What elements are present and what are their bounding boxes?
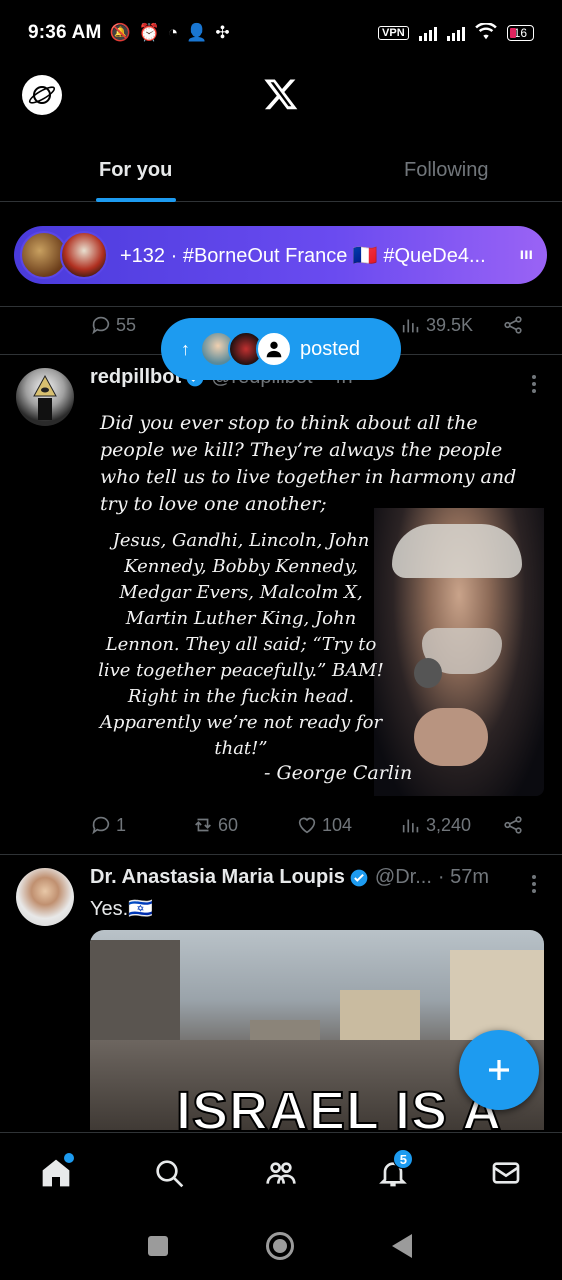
nav-messages[interactable] xyxy=(476,1143,536,1203)
reply-button[interactable]: 1 xyxy=(90,814,126,836)
mail-icon xyxy=(492,1161,520,1184)
share-button[interactable] xyxy=(502,814,524,836)
views-count: 39.5K xyxy=(426,314,474,335)
plus-icon xyxy=(489,1060,509,1080)
post-header: Dr. Anastasia Maria Loupis @Dr... · 57m xyxy=(90,866,530,889)
views-button[interactable]: 3,240 xyxy=(400,814,471,836)
mute-icon: 🔕 xyxy=(109,23,131,42)
reply-icon xyxy=(92,816,110,835)
quote-body: Jesus, Gandhi, Lincoln, John Kennedy, Bo… xyxy=(98,530,384,759)
nav-search[interactable] xyxy=(139,1143,199,1203)
whatsapp-icon: ◔ xyxy=(167,23,179,42)
like-button[interactable]: 104 xyxy=(296,814,352,836)
wifi-icon xyxy=(474,21,497,44)
add-user-icon: 👤 xyxy=(186,23,208,42)
new-posts-pill[interactable]: ↑ posted xyxy=(161,318,401,380)
home-dot-badge xyxy=(64,1152,75,1163)
repost-icon xyxy=(195,818,211,832)
share-icon xyxy=(504,816,522,834)
author-name[interactable]: Dr. Anastasia Maria Loupis xyxy=(90,866,345,889)
battery-icon: 16 xyxy=(506,25,534,41)
reply-button[interactable]: 55 xyxy=(90,314,136,336)
divider xyxy=(0,306,562,307)
views-icon xyxy=(402,319,419,333)
post-image[interactable]: Did you ever stop to think about all the… xyxy=(90,404,544,796)
bottom-nav: 5 xyxy=(0,1132,562,1212)
verified-badge-icon xyxy=(350,869,368,886)
profile-avatar-button[interactable] xyxy=(22,75,62,115)
back-button[interactable] xyxy=(392,1234,412,1258)
compose-post-button[interactable] xyxy=(459,1030,539,1110)
recents-button[interactable] xyxy=(148,1236,168,1256)
app-icon: ✣ xyxy=(215,23,230,42)
tab-for-you[interactable]: For you xyxy=(0,140,331,202)
status-bar: 9:36 AM 🔕 ⏰ ◔ 👤 ✣ VPN 16 xyxy=(0,0,562,66)
arrow-up-icon: ↑ xyxy=(181,338,190,359)
planet-icon xyxy=(28,86,56,104)
search-icon xyxy=(155,1159,183,1187)
image-caption: ISRAEL IS A xyxy=(175,1080,503,1130)
trend-avatar xyxy=(60,231,108,279)
share-button[interactable] xyxy=(502,314,524,336)
tab-following[interactable]: Following xyxy=(331,140,562,201)
post-text: Yes.🇮🇱 xyxy=(90,898,154,920)
repost-button[interactable]: 60 xyxy=(192,814,238,836)
vpn-badge: VPN xyxy=(378,26,409,40)
post-menu-button[interactable] xyxy=(532,872,538,896)
poster-avatar xyxy=(256,331,292,367)
post-actions: 1 60 104 3,240 xyxy=(90,810,530,840)
battery-level: 16 xyxy=(513,26,527,40)
posted-label: posted xyxy=(300,337,361,360)
repost-count: 60 xyxy=(218,814,239,835)
pyramid-eye-icon xyxy=(33,374,57,420)
views-icon xyxy=(402,819,419,833)
status-right: VPN 16 xyxy=(378,21,534,44)
divider xyxy=(0,854,562,855)
views-button[interactable]: 39.5K xyxy=(400,314,473,336)
post-time: · 57m xyxy=(437,866,490,888)
trending-more-icon: ııı xyxy=(519,246,533,263)
heart-icon xyxy=(298,817,316,834)
nav-communities[interactable] xyxy=(251,1143,311,1203)
reply-icon xyxy=(92,316,110,335)
post-avatar[interactable] xyxy=(16,368,74,426)
author-name[interactable]: redpillbot xyxy=(90,366,181,389)
trending-text: +132 · #BorneOut France 🇫🇷 #QueDe4... xyxy=(120,244,486,267)
person-icon xyxy=(266,341,282,358)
reply-count: 1 xyxy=(116,814,127,835)
system-nav-bar xyxy=(0,1212,562,1280)
trending-banner[interactable]: +132 · #BorneOut France 🇫🇷 #QueDe4... ıı… xyxy=(14,226,547,284)
reply-count: 55 xyxy=(116,314,137,335)
carlin-photo xyxy=(374,508,544,796)
post-avatar[interactable] xyxy=(16,868,74,926)
trending-avatars xyxy=(20,231,108,279)
communities-icon xyxy=(266,1161,296,1184)
post-menu-button[interactable] xyxy=(532,372,538,396)
top-bar xyxy=(0,66,562,128)
like-count: 104 xyxy=(322,814,353,835)
share-icon xyxy=(504,316,522,334)
alarm-icon: ⏰ xyxy=(138,23,160,42)
notifications-badge: 5 xyxy=(393,1148,414,1169)
signal-2-icon xyxy=(446,25,465,41)
x-logo-icon xyxy=(264,79,298,110)
timeline-tabs: For you Following xyxy=(0,140,562,202)
status-time: 9:36 AM xyxy=(28,22,102,43)
quote-attribution: - George Carlin xyxy=(264,762,413,784)
status-left-icons: 🔕 ⏰ ◔ 👤 ✣ xyxy=(110,23,230,43)
nav-notifications[interactable]: 5 xyxy=(363,1143,423,1203)
quote-intro: Did you ever stop to think about all the… xyxy=(100,412,517,515)
nav-home[interactable] xyxy=(26,1143,86,1203)
views-count: 3,240 xyxy=(426,814,472,835)
author-handle: @Dr... xyxy=(374,866,432,888)
home-system-button[interactable] xyxy=(266,1232,294,1260)
signal-1-icon xyxy=(418,25,437,41)
